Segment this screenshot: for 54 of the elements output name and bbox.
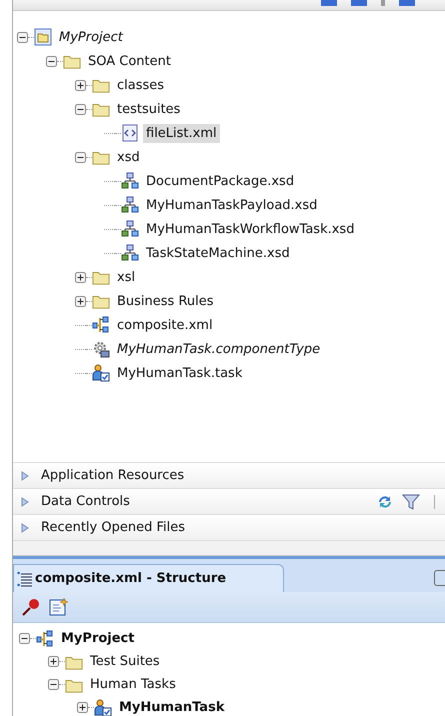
filter-icon[interactable] <box>402 492 420 510</box>
tree-item[interactable]: MyHumanTaskPayload.xsd <box>143 196 320 214</box>
tree-item[interactable]: TaskStateMachine.xsd <box>143 244 293 262</box>
tree-item[interactable]: xsl <box>114 268 138 286</box>
schema-tree-icon <box>121 172 139 190</box>
tree-item[interactable]: classes <box>114 76 168 94</box>
tree-item[interactable]: Test Suites <box>87 652 163 671</box>
section-title: Data Controls <box>41 494 131 509</box>
scrollbar[interactable] <box>13 540 445 556</box>
accordion-header[interactable]: Data Controls <box>13 488 445 514</box>
panel-tab[interactable]: composite.xml - Structure <box>13 564 284 592</box>
pushpin-icon[interactable] <box>21 597 41 617</box>
collapse-icon[interactable] <box>48 679 59 690</box>
tree-item[interactable]: xsd <box>114 148 143 166</box>
minimize-button[interactable] <box>434 570 445 586</box>
expand-icon[interactable] <box>75 80 86 90</box>
project-folder-icon <box>34 28 52 46</box>
collapse-icon[interactable] <box>75 152 86 162</box>
tree-item[interactable]: Human Tasks <box>87 675 179 694</box>
collapse-icon[interactable] <box>46 56 57 66</box>
tree-item[interactable]: MyHumanTaskWorkflowTask.xsd <box>143 220 358 238</box>
composite-icon <box>92 316 110 334</box>
tree-item[interactable]: Business Rules <box>114 292 217 310</box>
expand-icon[interactable] <box>77 702 88 713</box>
collapse-icon[interactable] <box>75 104 86 114</box>
section-title: Recently Opened Files <box>41 520 186 535</box>
tree-item[interactable]: MyHumanTask.task <box>114 364 246 382</box>
accordion-header[interactable]: Application Resources <box>13 462 445 488</box>
xml-file-icon <box>121 124 139 142</box>
tree-item[interactable]: MyHumanTask <box>116 698 228 716</box>
schema-tree-icon <box>121 220 139 238</box>
tree-item[interactable]: DocumentPackage.xsd <box>143 172 298 190</box>
collapse-icon[interactable] <box>17 32 28 42</box>
expand-icon[interactable] <box>48 656 59 667</box>
tree-item[interactable]: MyHumanTask.componentType <box>114 340 324 358</box>
expand-icon[interactable] <box>75 296 86 306</box>
outline-list-icon <box>17 570 33 586</box>
person-task-icon <box>92 364 110 382</box>
tree-item[interactable]: fileList.xml <box>143 124 220 142</box>
schema-tree-icon <box>121 244 139 262</box>
tree-item[interactable]: testsuites <box>114 100 184 118</box>
expand-icon[interactable] <box>75 272 86 282</box>
person-task-icon <box>94 698 112 716</box>
tree-item[interactable]: composite.xml <box>114 316 216 334</box>
collapse-icon[interactable] <box>19 633 30 644</box>
tree-item[interactable]: MyProject <box>56 28 126 46</box>
accordion-header[interactable]: Recently Opened Files <box>13 514 445 540</box>
schema-tree-icon <box>121 196 139 214</box>
tree-item[interactable]: SOA Content <box>85 52 174 70</box>
gear-icon <box>92 340 110 358</box>
tree-item[interactable]: MyProject <box>58 629 138 648</box>
section-title: Application Resources <box>41 468 186 483</box>
composite-icon <box>36 630 54 648</box>
new-document-icon[interactable] <box>49 597 69 617</box>
